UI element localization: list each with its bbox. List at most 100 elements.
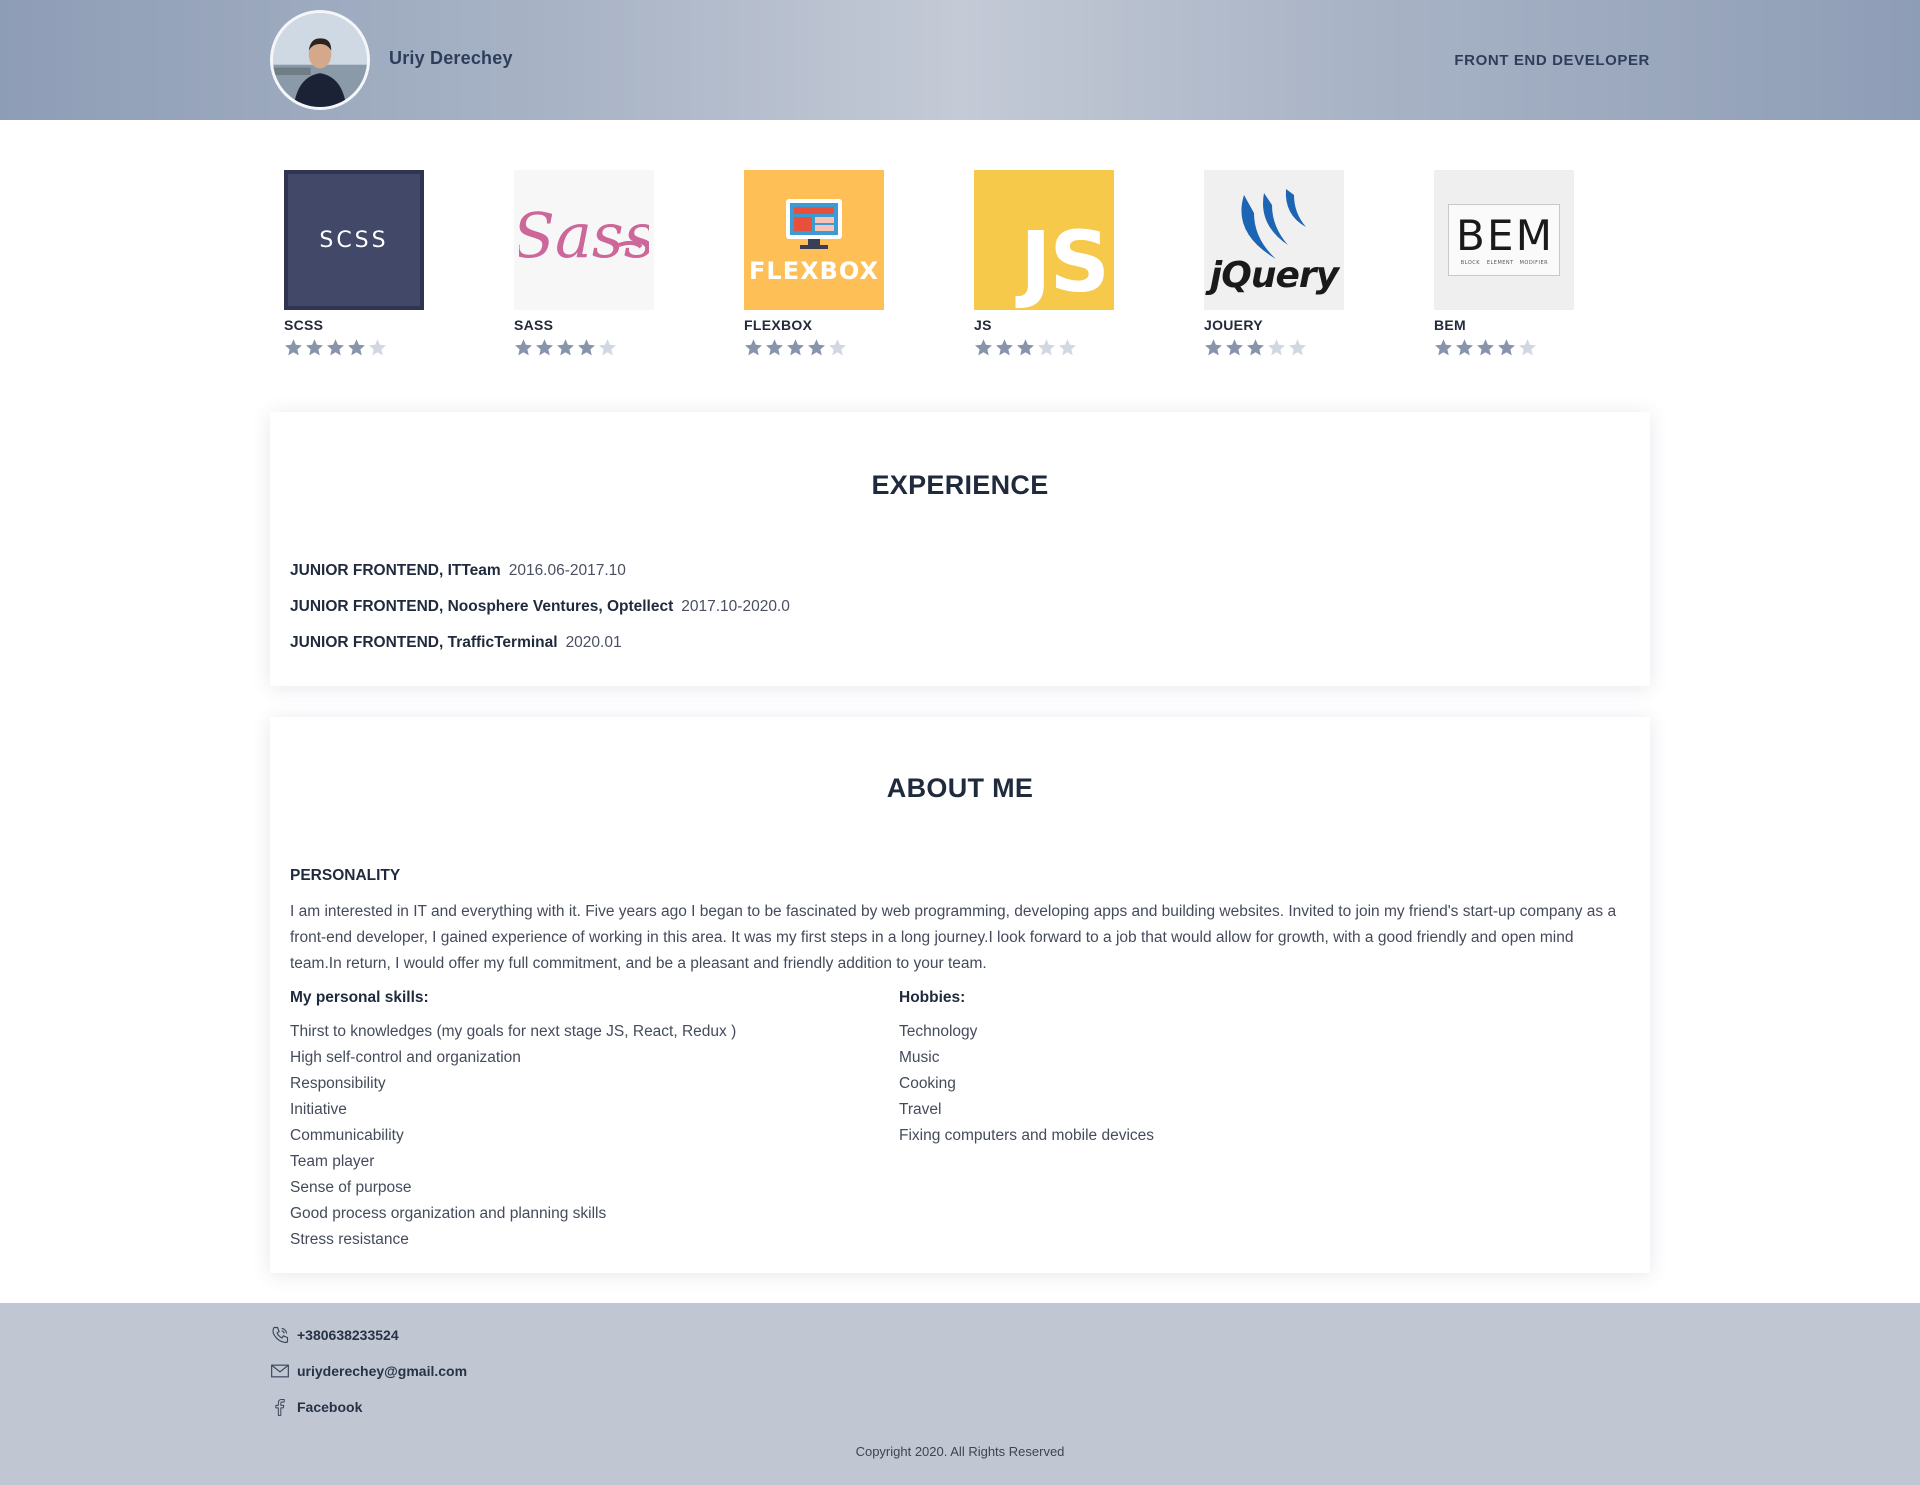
- list-item: Music: [899, 1049, 940, 1066]
- facebook-link[interactable]: Facebook: [270, 1397, 362, 1417]
- job-item: JUNIOR FRONTEND, ITTeam 2016.06-2017.10: [290, 562, 626, 580]
- sass-logo: Sass: [514, 170, 654, 310]
- star-filled-icon: [1226, 339, 1243, 356]
- skill-rating: [744, 338, 904, 357]
- jquery-logo: jQuery: [1204, 170, 1344, 310]
- star-filled-icon: [1477, 339, 1494, 356]
- js-logo-text: JS: [1020, 213, 1110, 310]
- email-address: uriyderechey@gmail.com: [297, 1363, 468, 1379]
- skill-name: SASS: [514, 317, 554, 333]
- star-filled-icon: [1247, 339, 1264, 356]
- about-title: ABOUT ME: [886, 773, 1034, 803]
- star-empty-icon: [829, 339, 846, 356]
- star-filled-icon: [1456, 339, 1473, 356]
- list-item: Travel: [899, 1101, 942, 1118]
- job-item: JUNIOR FRONTEND, TrafficTerminal 2020.01: [290, 634, 622, 652]
- about-card: ABOUT ME PERSONALITY I am interested in …: [270, 717, 1650, 1273]
- list-item: Communicability: [290, 1127, 404, 1144]
- list-item: Responsibility: [290, 1075, 386, 1092]
- star-filled-icon: [787, 339, 804, 356]
- skill-name: JOUERY: [1204, 317, 1263, 333]
- copyright: Copyright 2020. All Rights Reserved: [855, 1444, 1065, 1459]
- job-title: JUNIOR FRONTEND, TrafficTerminal: [290, 634, 558, 651]
- flexbox-logo: FLEXBOX: [744, 170, 884, 310]
- phone-number: +380638233524: [297, 1327, 399, 1343]
- monitor-icon: [786, 199, 842, 249]
- list-item: Initiative: [290, 1101, 347, 1118]
- star-filled-icon: [745, 339, 762, 356]
- sass-logo-text: Sass: [519, 199, 649, 272]
- profile-photo: [273, 13, 367, 107]
- email-link[interactable]: uriyderechey@gmail.com: [270, 1361, 467, 1381]
- js-logo: JS: [974, 170, 1114, 310]
- skill-flexbox: FLEXBOX FLEXBOX: [744, 170, 904, 357]
- list-item: Stress resistance: [290, 1231, 409, 1248]
- star-filled-icon: [1498, 339, 1515, 356]
- star-empty-icon: [599, 339, 616, 356]
- star-filled-icon: [808, 339, 825, 356]
- job-item: JUNIOR FRONTEND, Noosphere Ventures, Opt…: [290, 598, 790, 616]
- star-filled-icon: [327, 339, 344, 356]
- personal-skills-column: My personal skills: Thirst to knowledges…: [290, 989, 736, 1253]
- skill-name: SCSS: [284, 317, 324, 333]
- skill-js: JS JS: [974, 170, 1134, 357]
- personality-text: I am interested in IT and everything wit…: [290, 903, 1617, 972]
- star-filled-icon: [766, 339, 783, 356]
- skill-rating: [514, 338, 674, 357]
- star-filled-icon: [578, 339, 595, 356]
- star-filled-icon: [1017, 339, 1034, 356]
- job-dates: 2020.01: [565, 634, 622, 651]
- star-filled-icon: [348, 339, 365, 356]
- skill-jquery: jQuery JOUERY: [1204, 170, 1364, 357]
- flexbox-logo-text: FLEXBOX: [749, 257, 879, 285]
- developer-role: FRONT END DEVELOPER: [1454, 52, 1650, 69]
- scss-logo: SCSS: [284, 170, 424, 310]
- star-filled-icon: [285, 339, 302, 356]
- skill-rating: [1204, 338, 1364, 357]
- skill-name: FLEXBOX: [744, 317, 813, 333]
- star-filled-icon: [1435, 339, 1452, 356]
- star-filled-icon: [975, 339, 992, 356]
- personal-skills-list: Thirst to knowledges (my goals for next …: [290, 1019, 736, 1253]
- developer-name: Uriy Derechey: [389, 48, 513, 68]
- bem-element-letter: E ELEMENT: [1486, 210, 1514, 266]
- avatar: [270, 10, 370, 110]
- experience-card: EXPERIENCE JUNIOR FRONTEND, ITTeam 2016.0…: [270, 412, 1650, 686]
- phone-link[interactable]: +380638233524: [270, 1325, 399, 1345]
- star-empty-icon: [1519, 339, 1536, 356]
- skill-rating: [974, 338, 1134, 357]
- job-dates: 2016.06-2017.10: [508, 562, 626, 579]
- star-filled-icon: [1205, 339, 1222, 356]
- list-item: Thirst to knowledges (my goals for next …: [290, 1023, 737, 1040]
- list-item: Sense of purpose: [290, 1179, 412, 1196]
- skill-name: JS: [974, 317, 992, 333]
- list-item: Cooking: [899, 1075, 956, 1092]
- site-header: Uriy Derechey FRONT END DEVELOPER: [0, 0, 1920, 120]
- scss-logo-text: SCSS: [288, 174, 420, 306]
- star-empty-icon: [1268, 339, 1285, 356]
- hobbies-heading: Hobbies:: [899, 989, 966, 1006]
- bem-modifier-letter: M MODIFIER: [1515, 210, 1552, 266]
- star-filled-icon: [306, 339, 323, 356]
- star-empty-icon: [1059, 339, 1076, 356]
- star-empty-icon: [1038, 339, 1055, 356]
- envelope-icon: [271, 1364, 289, 1378]
- skill-rating: [284, 338, 444, 357]
- star-empty-icon: [1289, 339, 1306, 356]
- skill-scss: SCSS SCSS: [284, 170, 444, 357]
- list-item: Fixing computers and mobile devices: [899, 1127, 1155, 1144]
- list-item: Team player: [290, 1153, 375, 1170]
- hobbies-column: Hobbies: Technology Music Cooking Travel…: [899, 989, 1154, 1149]
- star-filled-icon: [557, 339, 574, 356]
- phone-icon: [272, 1326, 289, 1344]
- star-filled-icon: [996, 339, 1013, 356]
- job-title: JUNIOR FRONTEND, Noosphere Ventures, Opt…: [290, 598, 674, 615]
- bem-block-letter: B BLOCK: [1456, 210, 1485, 266]
- skills-section: SCSS SCSS Sass SASS FLEXBOX FLEXBOX JS J…: [284, 170, 1684, 370]
- star-filled-icon: [515, 339, 532, 356]
- jquery-swirl-icon: [1241, 188, 1306, 259]
- skill-rating: [1434, 338, 1594, 357]
- skill-bem: B BLOCK E ELEMENT M MODIFIER BEM: [1434, 170, 1594, 357]
- experience-title: EXPERIENCE: [871, 470, 1049, 500]
- job-dates: 2017.10-2020.0: [681, 598, 790, 615]
